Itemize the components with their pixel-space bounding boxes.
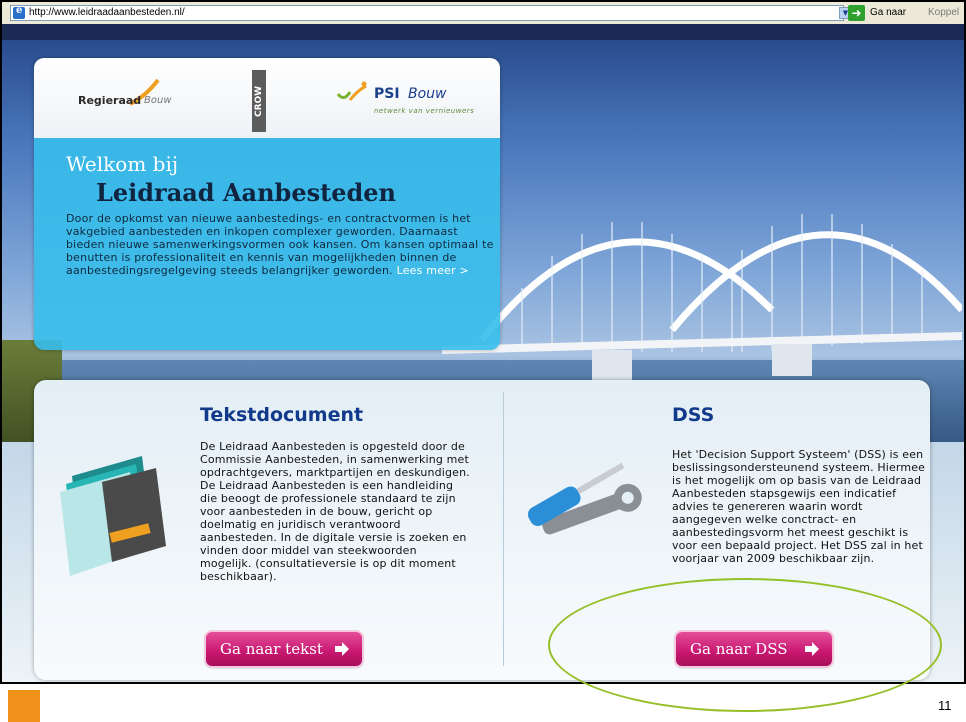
url-text: http://www.leidraadaanbesteden.nl/	[29, 7, 185, 18]
browser-window: http://www.leidraadaanbesteden.nl/ ▼ ➜ G…	[0, 0, 966, 684]
welcome-subtitle: Leidraad Aanbesteden	[96, 178, 396, 207]
url-field[interactable]: http://www.leidraadaanbesteden.nl/ ▼	[10, 5, 852, 21]
address-bar: http://www.leidraadaanbesteden.nl/ ▼ ➜ G…	[2, 2, 964, 25]
tools-icon	[527, 462, 642, 535]
crow-logo: CROW	[252, 70, 266, 132]
logo-strip: Regieraad Bouw CROW PSI Bouw netwerk van…	[34, 58, 500, 138]
psi-bouw-text: Bouw	[408, 86, 447, 102]
dss-title: DSS	[672, 404, 715, 426]
highlight-ellipse	[548, 578, 942, 712]
slide-page-number: 11	[938, 698, 952, 713]
column-divider	[503, 392, 504, 666]
page-icon	[13, 5, 25, 19]
links-label[interactable]: Koppel	[928, 7, 959, 18]
welcome-body: Door de opkomst van nieuwe aanbestedings…	[66, 212, 496, 277]
welcome-card: Regieraad Bouw CROW PSI Bouw netwerk van…	[34, 58, 500, 350]
documents-icon	[60, 456, 166, 576]
arrow-right-icon	[335, 642, 349, 656]
regieraad-logo-text: Regieraad	[78, 94, 142, 107]
regieraad-bouw-text: Bouw	[144, 95, 172, 106]
go-to-text-label: Ga naar tekst	[220, 640, 323, 658]
go-button-label[interactable]: Ga naar	[870, 7, 906, 18]
dss-body: Het 'Decision Support Systeem' (DSS) is …	[672, 448, 926, 565]
top-band	[2, 24, 964, 40]
tekst-body: De Leidraad Aanbesteden is opgesteld doo…	[200, 440, 470, 583]
slide-marker	[8, 690, 40, 722]
bridge-image	[442, 214, 962, 380]
go-arrow-icon[interactable]: ➜	[848, 5, 865, 21]
psi-logo-text: PSI	[374, 86, 400, 102]
read-more-link[interactable]: Lees meer >	[397, 264, 469, 277]
psi-tagline: netwerk van vernieuwers	[374, 107, 475, 115]
tekst-title: Tekstdocument	[200, 404, 364, 426]
welcome-title: Welkom bij	[66, 152, 179, 176]
psi-logo-icon	[336, 81, 367, 101]
go-to-text-button[interactable]: Ga naar tekst	[206, 632, 362, 666]
